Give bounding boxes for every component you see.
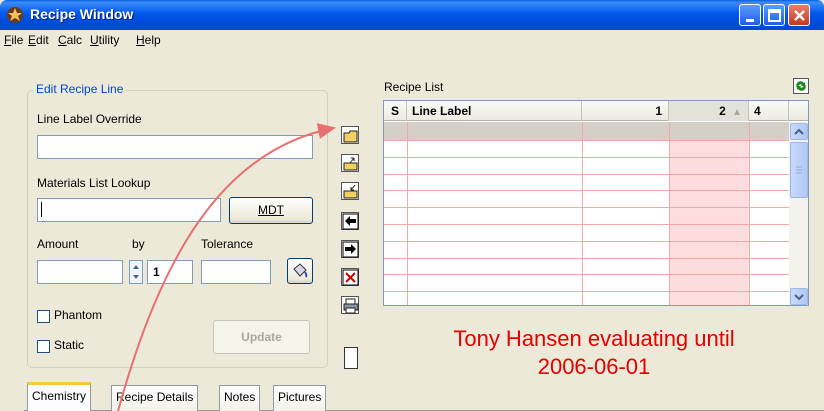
grid-row-line <box>384 257 789 259</box>
col-header-2[interactable]: 2 ▲ <box>669 101 749 121</box>
col-header-2-label: 2 <box>719 104 726 118</box>
open-folder-button[interactable] <box>341 126 359 144</box>
print-icon <box>343 298 359 314</box>
extra-panel-toggle[interactable] <box>344 347 358 369</box>
text-cursor <box>41 202 42 217</box>
delete-icon <box>342 269 359 286</box>
paint-bucket-icon <box>293 263 308 278</box>
maximize-icon <box>768 9 781 22</box>
col-header-1[interactable]: 1 <box>582 101 669 121</box>
grid-column-line <box>582 122 583 305</box>
amount-spinner[interactable] <box>129 260 143 284</box>
recipe-list-grid[interactable]: S Line Label 1 2 ▲ 4 <box>383 100 809 306</box>
move-right-button[interactable] <box>341 240 359 258</box>
menu-bar: File Edit Calc Utility Help <box>0 30 824 50</box>
amount-label: Amount <box>37 237 79 251</box>
tab-recipe-details[interactable]: Recipe Details <box>111 385 199 411</box>
tab-notes[interactable]: Notes <box>219 385 261 411</box>
grid-row-line <box>384 173 789 175</box>
tolerance-button[interactable] <box>287 258 313 284</box>
menu-utility[interactable]: Utility <box>90 33 119 47</box>
by-input[interactable]: 1 <box>147 260 193 284</box>
scroll-down-button[interactable] <box>790 288 808 305</box>
move-left-button[interactable] <box>341 212 359 230</box>
line-label-override-label: Line Label Override <box>37 112 142 126</box>
grid-row-line <box>384 140 789 141</box>
edit-recipe-line-legend: Edit Recipe Line <box>33 82 127 96</box>
static-label: Static <box>54 338 85 352</box>
grid-row-line <box>384 207 789 209</box>
line-label-override-input[interactable] <box>37 135 313 159</box>
print-button[interactable] <box>341 296 359 314</box>
sort-ascending-icon: ▲ <box>732 107 742 118</box>
minimize-icon <box>746 19 754 22</box>
grid-row-line <box>384 240 789 242</box>
export-button[interactable] <box>341 154 359 172</box>
scroll-up-button[interactable] <box>790 123 808 140</box>
col-header-line-label[interactable]: Line Label <box>407 101 582 121</box>
grid-row-line <box>384 156 789 158</box>
grid-column-line <box>407 122 408 305</box>
chevron-up-icon <box>794 128 804 135</box>
move-left-icon <box>342 213 359 230</box>
evaluation-notice-line2: 2006-06-01 <box>537 354 651 379</box>
col-header-s[interactable]: S <box>384 101 407 121</box>
evaluation-notice-line1: Tony Hansen evaluating until <box>453 326 735 351</box>
scroll-thumb[interactable] <box>790 142 808 198</box>
import-icon <box>343 184 358 199</box>
move-right-icon <box>342 241 359 258</box>
phantom-checkbox[interactable] <box>37 310 50 323</box>
minimize-button[interactable] <box>739 4 761 26</box>
col-header-4[interactable]: 4 <box>749 101 789 121</box>
by-label: by <box>132 237 145 251</box>
grid-column-line <box>669 122 670 305</box>
close-button[interactable] <box>788 4 810 26</box>
chevron-down-icon <box>794 294 804 301</box>
grid-row-line <box>384 224 789 225</box>
amount-input[interactable] <box>37 260 123 284</box>
vertical-scrollbar[interactable] <box>789 122 808 305</box>
delete-button[interactable] <box>341 268 359 286</box>
materials-list-lookup-label: Materials List Lookup <box>37 176 151 190</box>
grid-row-line <box>384 274 789 276</box>
update-button[interactable]: Update <box>213 320 310 354</box>
selected-row[interactable] <box>384 122 789 140</box>
leaf-icon <box>7 7 23 23</box>
mdt-button[interactable]: MDT <box>229 197 313 224</box>
static-checkbox[interactable] <box>37 340 50 353</box>
tab-chemistry[interactable]: Chemistry <box>27 382 92 411</box>
tolerance-input[interactable] <box>201 260 271 284</box>
evaluation-notice: Tony Hansen evaluating until 2006-06-01 <box>394 325 794 381</box>
import-button[interactable] <box>341 182 359 200</box>
grid-row-line <box>384 190 789 192</box>
maximize-button[interactable] <box>763 4 785 26</box>
tab-pictures[interactable]: Pictures <box>273 385 327 411</box>
recipe-list-label: Recipe List <box>384 80 444 94</box>
grid-header: S Line Label 1 2 ▲ 4 <box>384 101 808 121</box>
highlighted-column <box>669 122 749 305</box>
materials-list-lookup-input[interactable] <box>37 198 221 222</box>
spinner-arrows-icon <box>133 265 139 279</box>
export-icon <box>343 157 358 171</box>
close-icon <box>794 10 805 21</box>
tolerance-label: Tolerance <box>201 237 254 251</box>
menu-file[interactable]: File <box>4 33 23 47</box>
refresh-button[interactable] <box>793 78 809 94</box>
menu-edit[interactable]: Edit <box>28 33 49 47</box>
window-title: Recipe Window <box>30 6 134 22</box>
menu-calc[interactable]: Calc <box>58 33 82 47</box>
menu-help[interactable]: Help <box>136 33 161 47</box>
grid-row-line <box>384 291 789 293</box>
refresh-icon <box>796 81 806 91</box>
open-folder-icon <box>343 130 358 143</box>
title-bar[interactable]: Recipe Window <box>0 0 824 30</box>
mdt-button-label: MDT <box>258 203 284 217</box>
phantom-label: Phantom <box>54 308 103 322</box>
grid-column-line <box>749 122 750 305</box>
grip-icon <box>796 166 802 174</box>
